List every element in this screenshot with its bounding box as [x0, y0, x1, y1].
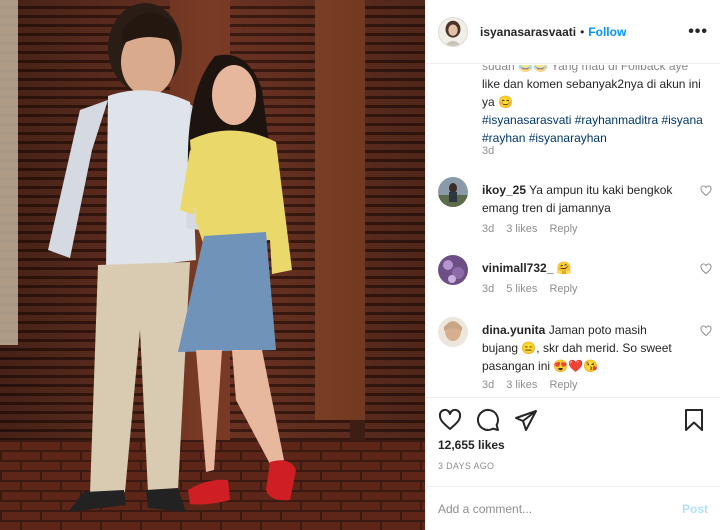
comment-timestamp: 3d — [482, 283, 495, 295]
hashtag-link[interactable]: #isyanasarasvati — [482, 113, 571, 127]
comments-scroll-area[interactable]: sudah 😂😂 Yang mau di Follback aye like d… — [426, 65, 720, 397]
post-sidebar: isyanasarasvaati • Follow ••• sudah 😂😂 Y… — [425, 0, 720, 530]
action-icons — [438, 408, 538, 432]
commenter-avatar[interactable] — [438, 255, 468, 285]
commenter-avatar-image — [438, 255, 468, 285]
comment-input[interactable] — [438, 501, 682, 516]
caption-partial-line: sudah 😂😂 Yang mau di Follback aye — [482, 65, 689, 73]
hashtag-link[interactable]: #rayhan — [482, 131, 525, 145]
comment-like-icon[interactable] — [700, 325, 712, 337]
reply-button[interactable]: Reply — [549, 379, 577, 391]
share-icon[interactable] — [514, 408, 538, 432]
comment-meta: 3d 5 likes Reply — [482, 283, 578, 295]
caption-timestamp: 3d — [482, 145, 495, 157]
comment-meta: 3d 3 likes Reply — [482, 223, 578, 235]
commenter-avatar-image — [438, 317, 468, 347]
caption-text: like dan komen sebanyak2nya di akun ini … — [482, 77, 701, 109]
likes-count[interactable]: 12,655 likes — [438, 438, 505, 452]
comment-body: ikoy_25 Ya ampun itu kaki bengkok emang … — [482, 181, 677, 217]
comment-likes-count[interactable]: 5 likes — [506, 283, 537, 295]
author-avatar[interactable] — [438, 16, 468, 47]
reply-button[interactable]: Reply — [549, 223, 577, 235]
caption-hashtags: #isyanasarasvati #rayhanmaditra #isyana … — [482, 111, 704, 147]
comment-body: vinimall732_ 🤗 — [482, 259, 677, 277]
post-caption: sudah 😂😂 Yang mau di Follback aye like d… — [482, 65, 704, 147]
hashtag-link[interactable]: #isyanarayhan — [529, 131, 607, 145]
post-date[interactable]: 3 DAYS AGO — [438, 461, 494, 471]
commenter-username[interactable]: ikoy_25 — [482, 183, 526, 197]
heart-icon[interactable] — [438, 408, 462, 432]
author-username[interactable]: isyanasarasvaati — [480, 25, 576, 39]
comment-like-icon[interactable] — [700, 185, 712, 197]
comment-timestamp: 3d — [482, 223, 495, 235]
commenter-avatar[interactable] — [438, 177, 468, 207]
follow-button[interactable]: Follow — [588, 25, 626, 39]
hashtag-link[interactable]: #isyana — [661, 113, 702, 127]
post-header: isyanasarasvaati • Follow ••• — [426, 0, 720, 64]
comment-timestamp: 3d — [482, 379, 495, 391]
post-image — [0, 0, 425, 530]
add-comment-bar: Post — [426, 486, 720, 530]
commenter-username[interactable]: vinimall732_ — [482, 261, 553, 275]
comment-meta: 3d 3 likes Reply — [482, 379, 578, 391]
comment-likes-count[interactable]: 3 likes — [506, 223, 537, 235]
comment-icon[interactable] — [476, 408, 500, 432]
author-avatar-image — [439, 17, 467, 46]
post-comment-button[interactable]: Post — [682, 502, 708, 516]
more-options-icon[interactable]: ••• — [688, 23, 708, 40]
comment-like-icon[interactable] — [700, 263, 712, 275]
comment-likes-count[interactable]: 3 likes — [506, 379, 537, 391]
reply-button[interactable]: Reply — [549, 283, 577, 295]
commenter-username[interactable]: dina.yunita — [482, 323, 545, 337]
comment-text: 🤗 — [556, 261, 572, 275]
comment-body: dina.yunita Jaman poto masih bujang 😑, s… — [482, 321, 677, 375]
post-photo[interactable] — [0, 0, 425, 530]
commenter-avatar-image — [438, 177, 468, 207]
hashtag-link[interactable]: #rayhanmaditra — [575, 113, 658, 127]
header-separator: • — [580, 24, 585, 39]
commenter-avatar[interactable] — [438, 317, 468, 347]
bookmark-icon[interactable] — [682, 408, 706, 432]
post-actions: 12,655 likes 3 DAYS AGO — [426, 397, 720, 487]
